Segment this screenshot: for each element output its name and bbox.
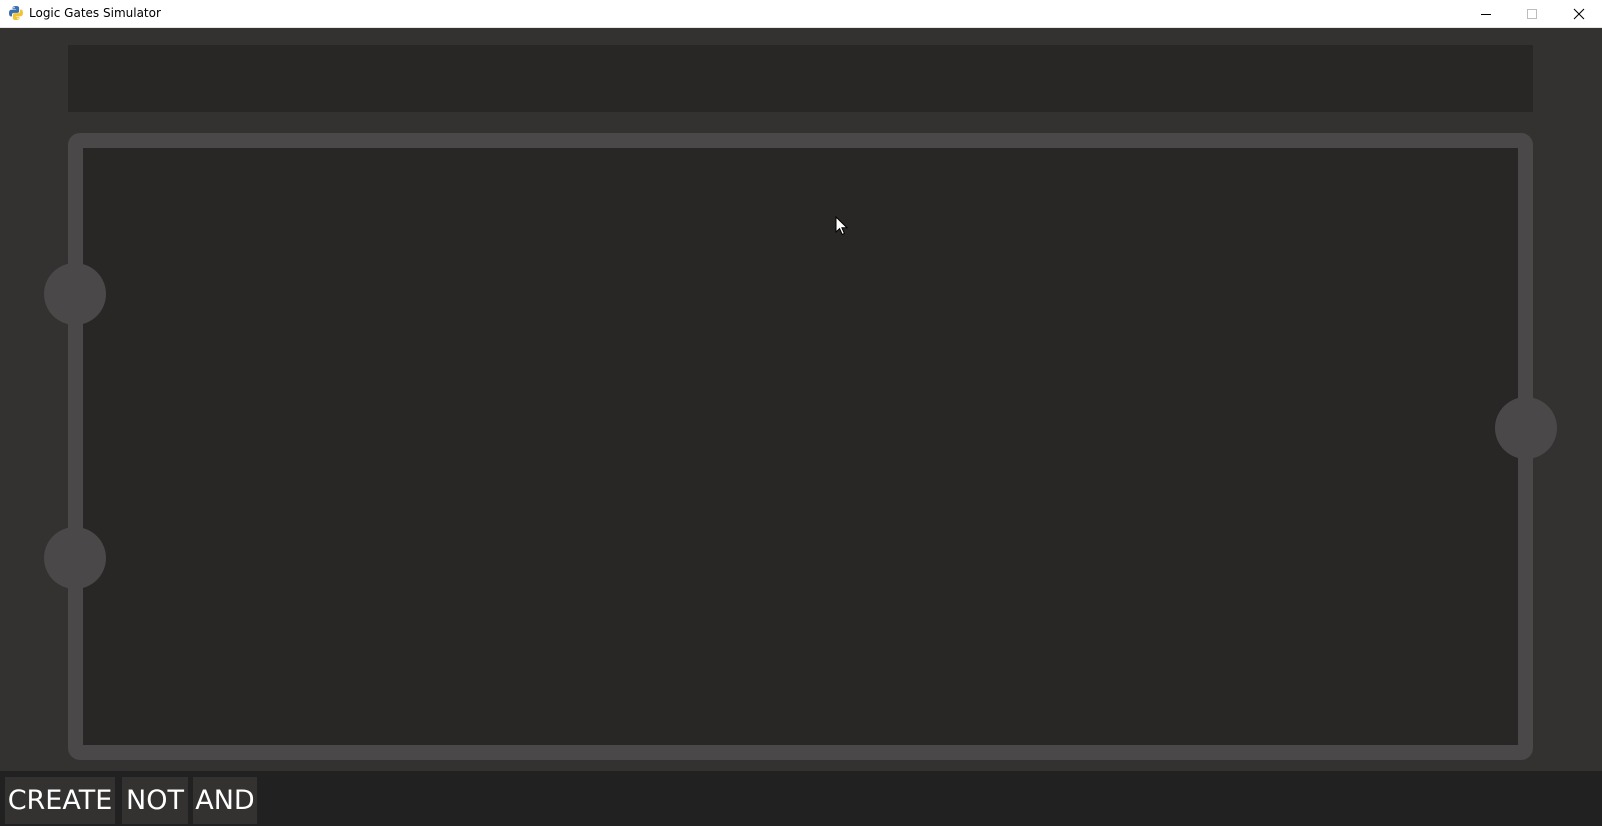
minimize-button[interactable] (1463, 0, 1509, 27)
close-button[interactable] (1555, 0, 1602, 27)
top-panel (68, 45, 1533, 112)
close-icon (1573, 8, 1584, 19)
circuit-canvas[interactable] (83, 148, 1518, 745)
window-title: Logic Gates Simulator (29, 6, 161, 20)
not-gate-button[interactable]: NOT (122, 777, 188, 824)
input-pin-2[interactable] (44, 527, 106, 589)
circuit-board (68, 133, 1533, 760)
app-window: Logic Gates Simulator CREATE NOT AND (0, 0, 1602, 826)
output-pin-1[interactable] (1495, 397, 1557, 459)
maximize-button[interactable] (1509, 0, 1555, 27)
title-bar[interactable]: Logic Gates Simulator (0, 0, 1602, 28)
maximize-icon (1527, 8, 1537, 19)
python-icon (9, 6, 23, 20)
input-pin-1[interactable] (44, 263, 106, 325)
minimize-icon (1481, 13, 1491, 15)
bottom-toolbar: CREATE NOT AND (0, 771, 1602, 826)
mouse-cursor-icon (835, 216, 849, 236)
app-content (0, 28, 1602, 771)
create-button[interactable]: CREATE (5, 777, 115, 824)
and-gate-button[interactable]: AND (193, 777, 257, 824)
